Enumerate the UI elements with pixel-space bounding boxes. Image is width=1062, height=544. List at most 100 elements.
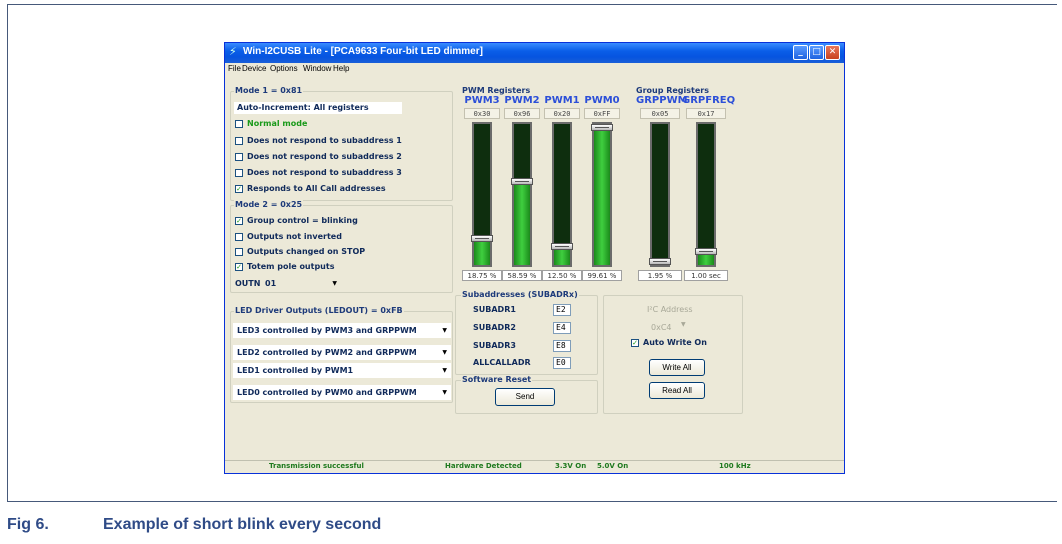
slider-thumb[interactable] <box>511 178 533 185</box>
status-3v3: 3.3V On <box>555 462 587 470</box>
menu-help[interactable]: Help <box>333 64 349 73</box>
status-freq: 100 kHz <box>719 462 751 470</box>
pwm-pwm3-percent: 18.75 % <box>462 270 502 281</box>
chevron-down-icon: ▼ <box>681 321 686 328</box>
slider-thumb[interactable] <box>649 258 671 265</box>
pwm-pwm1-hex: 0x20 <box>544 108 580 119</box>
slider-thumb[interactable] <box>551 243 573 250</box>
close-button[interactable]: ✕ <box>825 45 840 60</box>
pwm-pwm3-label: PWM3 <box>464 95 500 106</box>
group-grppwm-slider[interactable] <box>649 122 671 267</box>
menu-device[interactable]: Device <box>242 64 266 73</box>
subadr3-field[interactable]: E8 <box>553 340 571 352</box>
led1-value: LED1 controlled by PWM1 <box>237 366 354 375</box>
chevron-down-icon: ▼ <box>442 367 447 374</box>
subaddr3-checkbox[interactable] <box>235 169 243 177</box>
led2-value: LED2 controlled by PWM2 and GRPPWM <box>237 348 417 357</box>
maximize-button[interactable]: □ <box>809 45 824 60</box>
subadr2-label: SUBADR2 <box>473 323 516 332</box>
slider-thumb[interactable] <box>695 248 717 255</box>
menu-file[interactable]: File <box>228 64 241 73</box>
led0-value: LED0 controlled by PWM0 and GRPPWM <box>237 388 417 397</box>
chevron-down-icon: ▼ <box>442 327 447 334</box>
menu-bar: File Device Options Window Help <box>225 63 844 75</box>
allcall-checkbox[interactable]: ✓ <box>235 185 243 193</box>
app-window: ⚡ Win-I2CUSB Lite - [PCA9633 Four-bit LE… <box>224 42 845 474</box>
write-all-button[interactable]: Write All <box>649 359 705 376</box>
group-control-checkbox[interactable]: ✓ <box>235 217 243 225</box>
auto-write-label: Auto Write On <box>643 338 707 347</box>
subaddr1-checkbox[interactable] <box>235 137 243 145</box>
group-grpfreq-hex: 0x17 <box>686 108 726 119</box>
auto-write-checkbox[interactable]: ✓ <box>631 339 639 347</box>
outne-select[interactable]: 01 ▼ <box>261 276 341 290</box>
slider-thumb[interactable] <box>591 124 613 131</box>
pwm-pwm0-percent: 99.61 % <box>582 270 622 281</box>
pwm-pwm2-percent: 58.59 % <box>502 270 542 281</box>
subadr2-field[interactable]: E4 <box>553 322 571 334</box>
led3-value: LED3 controlled by PWM3 and GRPPWM <box>237 326 417 335</box>
i2c-address-value[interactable]: 0xC4 <box>651 323 672 332</box>
normal-mode-checkbox[interactable] <box>235 120 243 128</box>
slider-fill <box>594 125 610 265</box>
i2c-address-label: I²C Address <box>647 305 693 314</box>
menu-window[interactable]: Window <box>303 64 331 73</box>
allcalladr-field[interactable]: E0 <box>553 357 571 369</box>
group-grppwm-percent: 1.95 % <box>638 270 682 281</box>
subaddr1-label: Does not respond to subaddress 1 <box>247 136 402 145</box>
outne-value: 01 <box>265 279 277 288</box>
normal-mode-label: Normal mode <box>247 119 308 128</box>
title-bar[interactable]: ⚡ Win-I2CUSB Lite - [PCA9633 Four-bit LE… <box>225 43 844 63</box>
pwm-pwm3-slider[interactable] <box>471 122 493 267</box>
minimize-button[interactable]: _ <box>793 45 808 60</box>
outputs-inverted-label: Outputs not inverted <box>247 232 342 241</box>
subadr1-label: SUBADR1 <box>473 305 516 314</box>
group-grpfreq-percent: 1.00 sec <box>684 270 728 281</box>
pwm-pwm1-slider[interactable] <box>551 122 573 267</box>
chevron-down-icon: ▼ <box>332 280 337 287</box>
app-icon: ⚡ <box>229 45 237 58</box>
auto-increment-field[interactable]: Auto-Increment: All registers <box>234 102 402 114</box>
pwm-pwm2-slider[interactable] <box>511 122 533 267</box>
group-grpfreq-label: GRPFREQ <box>682 95 736 106</box>
pwm-pwm1-percent: 12.50 % <box>542 270 582 281</box>
pwm-pwm2-label: PWM2 <box>504 95 540 106</box>
group-title: Group Registers <box>636 86 709 95</box>
send-button[interactable]: Send <box>495 388 555 406</box>
subadr1-field[interactable]: E2 <box>553 304 571 316</box>
reset-title: Software Reset <box>461 375 533 384</box>
group-grppwm-label: GRPPWM <box>636 95 688 106</box>
led0-select[interactable]: LED0 controlled by PWM0 and GRPPWM ▼ <box>233 385 451 400</box>
subadr3-label: SUBADR3 <box>473 341 516 350</box>
mode1-title: Mode 1 = 0x81 <box>234 86 304 95</box>
pwm-pwm2-hex: 0x96 <box>504 108 540 119</box>
slider-thumb[interactable] <box>471 235 493 242</box>
led1-select[interactable]: LED1 controlled by PWM1 ▼ <box>233 363 451 378</box>
menu-options[interactable]: Options <box>270 64 298 73</box>
figure-text: Example of short blink every second <box>103 516 382 533</box>
subaddr3-label: Does not respond to subaddress 3 <box>247 168 402 177</box>
subaddr2-label: Does not respond to subaddress 2 <box>247 152 402 161</box>
subaddr2-checkbox[interactable] <box>235 153 243 161</box>
group-grpfreq-slider[interactable] <box>695 122 717 267</box>
slider-fill <box>514 182 530 265</box>
led2-select[interactable]: LED2 controlled by PWM2 and GRPPWM ▼ <box>233 345 451 360</box>
outputs-stop-checkbox[interactable] <box>235 248 243 256</box>
status-hardware: Hardware Detected <box>445 462 522 470</box>
chevron-down-icon: ▼ <box>442 349 447 356</box>
totem-pole-checkbox[interactable]: ✓ <box>235 263 243 271</box>
allcalladr-label: ALLCALLADR <box>473 358 531 367</box>
pwm-title: PWM Registers <box>462 86 531 95</box>
group-control-label: Group control = blinking <box>247 216 358 225</box>
status-message: Transmission successful <box>269 462 364 470</box>
pwm-pwm0-slider[interactable] <box>591 122 613 267</box>
outputs-inverted-checkbox[interactable] <box>235 233 243 241</box>
pwm-pwm3-hex: 0x30 <box>464 108 500 119</box>
led3-select[interactable]: LED3 controlled by PWM3 and GRPPWM ▼ <box>233 323 451 338</box>
pwm-pwm1-label: PWM1 <box>544 95 580 106</box>
read-all-button[interactable]: Read All <box>649 382 705 399</box>
ledout-title: LED Driver Outputs (LEDOUT) = 0xFB <box>234 306 404 315</box>
subaddr-title: Subaddresses (SUBADRx) <box>461 290 579 299</box>
status-5v0: 5.0V On <box>597 462 629 470</box>
figure-caption: Fig 6. Example of short blink every seco… <box>7 510 1057 540</box>
